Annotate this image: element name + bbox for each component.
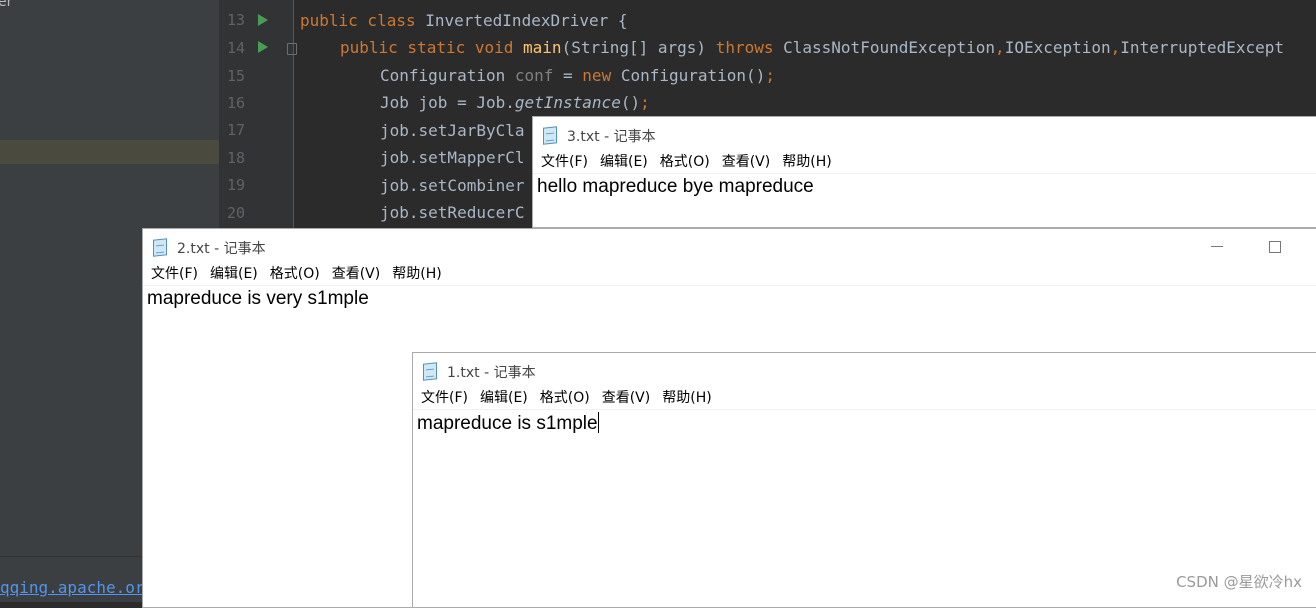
text-area[interactable]: mapreduce is very s1mple — [143, 286, 1316, 312]
window-title: 2.txt - 记事本 — [177, 241, 266, 257]
title-bar[interactable]: 3.txt - 记事本 — [533, 117, 1316, 151]
sidebar-selected-row[interactable] — [0, 140, 219, 164]
menu-format[interactable]: 格式(O) — [270, 263, 320, 285]
menu-view[interactable]: 查看(V) — [722, 151, 771, 173]
line-number: 17 — [226, 121, 245, 139]
menu-file[interactable]: 文件(F) — [421, 387, 468, 409]
line-number: 14 — [226, 39, 245, 57]
menu-edit[interactable]: 编辑(E) — [600, 151, 648, 173]
fold-marker-icon[interactable] — [287, 43, 297, 55]
text-area[interactable]: mapreduce is s1mple — [413, 410, 1316, 437]
menu-format[interactable]: 格式(O) — [660, 151, 710, 173]
menu-edit[interactable]: 编辑(E) — [210, 263, 258, 285]
menu-format[interactable]: 格式(O) — [540, 387, 590, 409]
code-line-19: job.setCombiner — [380, 176, 525, 195]
menu-help[interactable]: 帮助(H) — [392, 263, 441, 285]
line-number: 16 — [226, 94, 245, 112]
minimize-icon[interactable] — [1211, 246, 1223, 247]
menu-bar: 文件(F) 编辑(E) 格式(O) 查看(V) 帮助(H) — [413, 387, 1316, 410]
sidebar-text-fragment: er — [0, 0, 13, 10]
code-line-15: Configuration conf = new Configuration()… — [380, 66, 775, 85]
code-line-14: public static void main(String[] args) t… — [340, 38, 1285, 57]
run-class-icon[interactable] — [258, 14, 268, 26]
run-main-icon[interactable] — [258, 41, 268, 53]
notepad-icon — [153, 238, 167, 257]
code-line-17: job.setJarByCla — [380, 121, 525, 140]
menu-bar: 文件(F) 编辑(E) 格式(O) 查看(V) 帮助(H) — [533, 151, 1316, 174]
menu-bar: 文件(F) 编辑(E) 格式(O) 查看(V) 帮助(H) — [143, 263, 1316, 286]
text-content: mapreduce is s1mple — [417, 413, 598, 434]
menu-edit[interactable]: 编辑(E) — [480, 387, 528, 409]
line-number: 18 — [226, 149, 245, 167]
code-line-16: Job job = Job.getInstance(); — [380, 93, 650, 112]
window-title: 1.txt - 记事本 — [447, 365, 536, 381]
code-line-20: job.setReducerC — [380, 203, 525, 222]
notepad-icon — [423, 362, 437, 381]
menu-help[interactable]: 帮助(H) — [662, 387, 711, 409]
line-number: 15 — [226, 67, 245, 85]
menu-file[interactable]: 文件(F) — [541, 151, 588, 173]
code-line-18: job.setMapperCl — [380, 148, 525, 167]
text-area[interactable]: hello mapreduce bye mapreduce — [533, 174, 1316, 200]
maximize-icon[interactable] — [1269, 241, 1281, 253]
window-title: 3.txt - 记事本 — [567, 129, 656, 145]
status-link[interactable]: qqing.apache.or — [0, 578, 145, 597]
menu-view[interactable]: 查看(V) — [332, 263, 381, 285]
menu-view[interactable]: 查看(V) — [602, 387, 651, 409]
text-caret — [597, 412, 599, 433]
line-number: 20 — [226, 204, 245, 222]
title-bar[interactable]: 2.txt - 记事本 — [143, 229, 1316, 263]
notepad-icon — [543, 126, 557, 145]
code-line-13: public class InvertedIndexDriver { — [300, 11, 628, 30]
title-bar[interactable]: 1.txt - 记事本 — [413, 353, 1316, 387]
notepad-window-3[interactable]: 3.txt - 记事本 文件(F) 编辑(E) 格式(O) 查看(V) 帮助(H) he… — [532, 116, 1316, 228]
notepad-window-1[interactable]: 1.txt - 记事本 文件(F) 编辑(E) 格式(O) 查看(V) 帮助(H) ma… — [412, 352, 1316, 608]
line-number: 13 — [226, 11, 245, 29]
menu-file[interactable]: 文件(F) — [151, 263, 198, 285]
menu-help[interactable]: 帮助(H) — [782, 151, 831, 173]
line-number: 19 — [226, 176, 245, 194]
watermark: CSDN @星欲冷hx — [1176, 573, 1302, 591]
